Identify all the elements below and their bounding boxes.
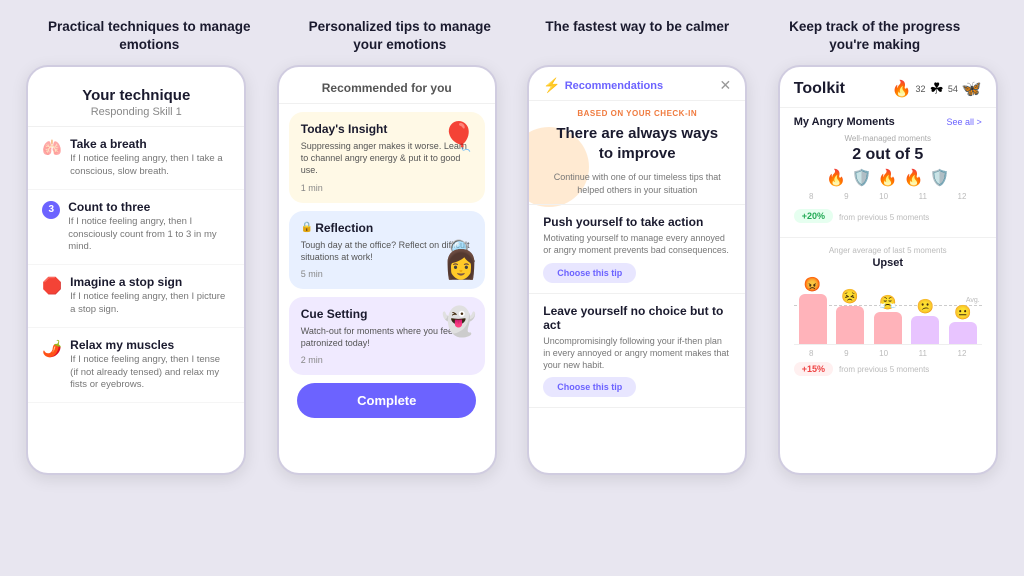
bar-11: 😕 <box>911 316 939 344</box>
moment-count: 2 out of 5 <box>794 146 982 164</box>
phone1-title: Your technique <box>44 87 228 104</box>
item-title: Take a breath <box>70 137 230 151</box>
lock-icon: 🔒 <box>301 222 313 233</box>
bar-chart: Avg. 😡 😣 😤 😕 😐 <box>794 275 982 345</box>
header-item-2: Personalized tips to manage your emotion… <box>295 18 505 53</box>
cue-card[interactable]: Cue Setting Watch-out for moments where … <box>289 297 485 375</box>
lung-icon: 🫁 <box>42 138 62 158</box>
phones-row: Your technique Responding Skill 1 🫁 Take… <box>0 65 1024 576</box>
header-row: Practical techniques to manage emotions … <box>0 0 1024 65</box>
streak-count: 32 <box>915 84 925 94</box>
recommendations-label: Recommendations <box>565 80 663 92</box>
phone2-header: Recommended for you <box>279 67 495 104</box>
date-row: 89101112 <box>794 192 982 201</box>
badge-row: 🔥 32 ☘ 54 🦋 <box>892 79 982 99</box>
tip-1: Push yourself to take action Motivating … <box>529 205 745 293</box>
choose-tip-button-2[interactable]: Choose this tip <box>543 377 636 397</box>
change-red: +15% <box>794 362 833 376</box>
from-label-green: from previous 5 moments <box>839 213 929 222</box>
stop-icon: 🛑 <box>42 276 62 296</box>
list-item: 🛑 Imagine a stop sign If I notice feelin… <box>28 265 244 328</box>
header-item-1: Practical techniques to manage emotions <box>44 18 254 53</box>
main-title: There are always ways to improve <box>529 120 745 167</box>
main-desc: Continue with one of our timeless tips t… <box>529 171 745 205</box>
chart-date-row: 89101112 <box>794 349 982 358</box>
phone3-topbar: ⚡ Recommendations ✕ <box>529 67 745 101</box>
angry-moments-section: My Angry Moments See all > Well-managed … <box>780 108 996 238</box>
header-item-4: Keep track of the progress you're making <box>770 18 980 53</box>
insight-card[interactable]: Today's Insight Suppressing anger makes … <box>289 112 485 202</box>
reflection-card[interactable]: 🔒 Reflection Tough day at the office? Re… <box>289 211 485 289</box>
card-time: 2 min <box>301 355 473 365</box>
phone4-title: Toolkit <box>794 80 845 98</box>
bar-8: 😡 <box>799 294 827 344</box>
balloon-icon: 🎈 <box>442 120 477 153</box>
phone1-header: Your technique Responding Skill 1 <box>28 67 244 127</box>
item-title: Count to three <box>68 200 230 214</box>
muscle-icon: 🌶️ <box>42 339 62 359</box>
complete-button[interactable]: Complete <box>297 383 476 418</box>
item-title: Imagine a stop sign <box>70 275 230 289</box>
emoji-row: 🔥 🛡️ 🔥 🔥 🛡️ <box>794 168 982 188</box>
item-title: Relax my muscles <box>70 338 230 352</box>
based-label: BASED ON YOUR CHECK-IN <box>529 101 745 120</box>
count-icon: 3 <box>42 201 60 219</box>
phone-1: Your technique Responding Skill 1 🫁 Take… <box>26 65 246 475</box>
bar-10: 😤 <box>874 312 902 344</box>
phone-3: ⚡ Recommendations ✕ BASED ON YOUR CHECK-… <box>527 65 747 475</box>
emoji-3: 🔥 <box>878 168 898 188</box>
tip-desc: Motivating yourself to manage every anno… <box>543 232 731 256</box>
emoji-2: 🛡️ <box>852 168 872 188</box>
phone-4: Toolkit 🔥 32 ☘ 54 🦋 My Angry Moments See… <box>778 65 998 475</box>
card-time: 1 min <box>301 183 473 193</box>
tip-desc: Uncompromisingly following your if-then … <box>543 335 731 371</box>
item-desc: If I notice feeling angry, then I pictur… <box>70 291 230 317</box>
emoji-1: 🔥 <box>826 168 846 188</box>
list-item: 3 Count to three If I notice feeling ang… <box>28 190 244 265</box>
from-label-red: from previous 5 moments <box>839 365 929 374</box>
tip-2: Leave yourself no choice but to act Unco… <box>529 294 745 408</box>
bar-9: 😣 <box>836 306 864 344</box>
choose-tip-button-1[interactable]: Choose this tip <box>543 263 636 283</box>
item-desc: If I notice feeling angry, then I consci… <box>68 216 230 254</box>
phone4-header: Toolkit 🔥 32 ☘ 54 🦋 <box>780 67 996 108</box>
list-item: 🫁 Take a breath If I notice feeling angr… <box>28 127 244 190</box>
card-title: Reflection <box>315 221 373 235</box>
avg-label: Avg. <box>966 297 980 304</box>
item-desc: If I notice feeling angry, then I take a… <box>70 153 230 179</box>
emoji-4: 🔥 <box>904 168 924 188</box>
emoji-5: 🛡️ <box>930 168 950 188</box>
leaf-count: 54 <box>948 84 958 94</box>
phone1-subtitle: Responding Skill 1 <box>44 106 228 118</box>
phone-2: Recommended for you Today's Insight Supp… <box>277 65 497 475</box>
ghost-icon: 👻 <box>442 305 477 338</box>
tip-title: Leave yourself no choice but to act <box>543 304 731 332</box>
see-all-link[interactable]: See all > <box>946 117 981 127</box>
fire-badge: 🔥 <box>892 79 912 99</box>
person-icon: 👩 <box>444 248 479 281</box>
bar-12: 😐 <box>949 322 977 344</box>
butterfly-badge: 🦋 <box>962 79 982 99</box>
lightning-icon: ⚡ <box>543 77 560 94</box>
close-icon[interactable]: ✕ <box>720 77 732 94</box>
item-desc: If I notice feeling angry, then I tense … <box>70 354 230 392</box>
change-green: +20% <box>794 209 833 223</box>
chart-section: Anger average of last 5 moments Upset Av… <box>780 238 996 384</box>
list-item: 🌶️ Relax my muscles If I notice feeling … <box>28 328 244 403</box>
section-title: My Angry Moments <box>794 116 895 128</box>
header-item-3: The fastest way to be calmer <box>545 18 729 53</box>
tip-title: Push yourself to take action <box>543 215 731 229</box>
well-managed-label: Well-managed moments <box>794 134 982 143</box>
chart-label: Anger average of last 5 moments <box>794 246 982 255</box>
angry-avg: Upset <box>794 257 982 269</box>
leaf-badge: ☘ <box>929 79 943 99</box>
